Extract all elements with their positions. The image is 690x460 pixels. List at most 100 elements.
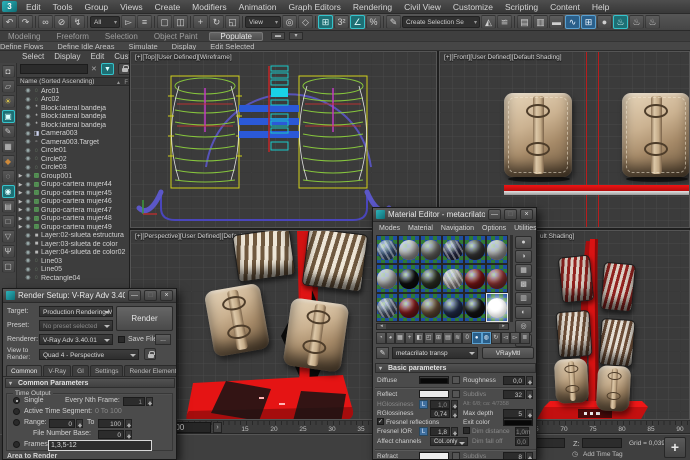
- pan-view-icon[interactable]: +: [664, 437, 686, 458]
- scrunch-bag[interactable]: [555, 310, 592, 358]
- rglossiness-spinner[interactable]: [451, 409, 458, 418]
- visibility-eye-icon[interactable]: ◉: [24, 206, 32, 214]
- sample-horizontal-scrollbar[interactable]: ◂ ▸: [376, 323, 509, 330]
- named-selection-dropdown[interactable]: Create Selection Se▾: [402, 16, 480, 28]
- list-item[interactable]: ◉*Block:lateral bandeja: [17, 113, 130, 122]
- menu-tools[interactable]: Tools: [47, 1, 79, 13]
- material-sample-slot[interactable]: [442, 293, 464, 322]
- visibility-eye-icon[interactable]: ◉: [24, 181, 32, 189]
- use-pivot-center-icon[interactable]: ◎: [282, 15, 297, 29]
- viewport-front[interactable]: [+][Front][User Defined][Default Shading…: [439, 51, 690, 228]
- menu-rendering[interactable]: Rendering: [347, 1, 398, 13]
- menu-modifiers[interactable]: Modifiers: [186, 1, 232, 13]
- dim-distance-field[interactable]: 1,0m: [515, 427, 529, 436]
- material-sample-slot[interactable]: [464, 293, 486, 322]
- roughness-spinner[interactable]: [526, 376, 533, 385]
- redo-icon[interactable]: ↷: [18, 15, 33, 29]
- get-material-icon[interactable]: ◔: [376, 332, 386, 344]
- next-frame-icon[interactable]: ›: [213, 422, 222, 433]
- menu-animation[interactable]: Animation: [233, 1, 283, 13]
- visibility-eye-icon[interactable]: ◉: [24, 155, 32, 163]
- list-item[interactable]: ▶◉▩Grupo-cartera mujer44: [17, 181, 130, 190]
- range-to-spinner[interactable]: [125, 419, 132, 428]
- mirror-icon[interactable]: ◭: [481, 15, 496, 29]
- hglossiness-spinner[interactable]: [451, 400, 458, 409]
- render-setup-icon[interactable]: ♨: [613, 15, 628, 29]
- lock-icon[interactable]: [118, 63, 130, 75]
- add-time-tag[interactable]: Add Time Tag: [583, 451, 623, 458]
- roughness-field[interactable]: 0,0: [503, 376, 525, 385]
- visibility-eye-icon[interactable]: ◉: [24, 249, 32, 257]
- explorer-tool-icon-2[interactable]: ☀: [2, 95, 15, 108]
- ribbon-tab-freeform[interactable]: Freeform: [48, 32, 96, 41]
- me-menu-navigation[interactable]: Navigation: [437, 225, 478, 232]
- handbag-model[interactable]: [204, 283, 271, 358]
- refract-subdivs-spinner[interactable]: [526, 452, 533, 460]
- me-menu-modes[interactable]: Modes: [375, 225, 404, 232]
- me-menu-options[interactable]: Options: [478, 225, 510, 232]
- align-icon[interactable]: ≌: [497, 15, 512, 29]
- target-dropdown[interactable]: Production Rendering Mode: [39, 306, 113, 317]
- reference-coordinate-dropdown[interactable]: View▾: [245, 16, 281, 28]
- app-logo-icon[interactable]: 3: [2, 1, 17, 12]
- material-editor-titlebar[interactable]: Material Editor - metacrilato transp — □…: [373, 208, 536, 222]
- select-manipulate-icon[interactable]: ◇: [298, 15, 313, 29]
- show-map-in-viewport-icon[interactable]: ●: [472, 332, 482, 344]
- explorer-tool-icon-3[interactable]: ▣: [2, 110, 15, 123]
- fresnel-ior-field[interactable]: 1,8: [430, 427, 450, 436]
- max-depth-field[interactable]: 5: [503, 409, 525, 418]
- visibility-eye-icon[interactable]: ◉: [24, 172, 32, 180]
- visibility-eye-icon[interactable]: ◉: [24, 223, 32, 231]
- explorer-menu-customize[interactable]: Customize: [109, 52, 130, 61]
- render-tab-gi[interactable]: GI: [72, 365, 89, 376]
- scrunch-bag[interactable]: [232, 230, 296, 283]
- sample-uv-tiling-icon[interactable]: ▩: [515, 278, 532, 291]
- material-sample-slot[interactable]: [376, 235, 398, 264]
- video-color-check-icon[interactable]: ▥: [515, 292, 532, 305]
- visibility-eye-icon[interactable]: ◉: [24, 189, 32, 197]
- render-tab-v-ray[interactable]: V-Ray: [43, 365, 71, 376]
- pick-material-eyedropper-icon[interactable]: ✎: [376, 347, 389, 359]
- explorer-menu-display[interactable]: Display: [49, 52, 85, 61]
- ribbon-tab-populate[interactable]: Populate: [209, 32, 263, 41]
- me-menu-utilities[interactable]: Utilities: [510, 225, 537, 232]
- visibility-eye-icon[interactable]: ◉: [24, 104, 32, 112]
- refract-color-swatch[interactable]: [419, 452, 449, 460]
- explorer-tool-icon-1[interactable]: ▱: [2, 80, 15, 93]
- go-forward-icon[interactable]: ▻: [510, 332, 520, 344]
- material-sample-slot[interactable]: [376, 264, 398, 293]
- visibility-eye-icon[interactable]: ◉: [24, 232, 32, 240]
- list-item[interactable]: ◉◌Line05: [17, 266, 130, 275]
- assign-material-icon[interactable]: ▦: [395, 332, 405, 344]
- expand-arrow-icon[interactable]: ▶: [17, 173, 24, 179]
- explorer-tool-icon-13[interactable]: ▢: [2, 260, 15, 273]
- hglossiness-lock-button[interactable]: L: [419, 400, 428, 409]
- refract-subdivs-field[interactable]: 8: [503, 452, 525, 460]
- visibility-eye-icon[interactable]: ◉: [24, 113, 32, 121]
- render-production-icon[interactable]: ♨: [645, 15, 660, 29]
- render-tab-settings[interactable]: Settings: [90, 365, 124, 376]
- basic-parameters-rollout[interactable]: Basic parameters: [375, 363, 536, 373]
- visibility-eye-icon[interactable]: ◉: [24, 130, 32, 138]
- explorer-menu-edit[interactable]: Edit: [85, 52, 109, 61]
- list-item[interactable]: ◉◌Circle03: [17, 164, 130, 173]
- material-sample-slot[interactable]: [442, 264, 464, 293]
- material-sample-slot[interactable]: [486, 264, 508, 293]
- ribbon-tool-define-idle-areas[interactable]: Define Idle Areas: [50, 42, 121, 51]
- rendered-frame-window-icon[interactable]: ♨: [629, 15, 644, 29]
- exit-color-swatch[interactable]: [503, 418, 533, 426]
- select-move-icon[interactable]: +: [193, 15, 208, 29]
- go-to-parent-icon[interactable]: ↻: [491, 332, 501, 344]
- handbag-model[interactable]: [504, 93, 572, 177]
- bind-to-spacewarp-icon[interactable]: ↯: [70, 15, 85, 29]
- visibility-eye-icon[interactable]: ◉: [24, 257, 32, 265]
- range-to-field[interactable]: 100: [98, 419, 124, 428]
- explorer-tool-icon-10[interactable]: □: [2, 215, 15, 228]
- material-sample-slot[interactable]: [464, 235, 486, 264]
- subdivs-spinner[interactable]: [526, 390, 533, 399]
- menu-create[interactable]: Create: [149, 1, 187, 13]
- list-item[interactable]: ▶◉▩Group001: [17, 172, 130, 181]
- material-sample-slot[interactable]: [398, 293, 420, 322]
- scrunch-bag[interactable]: [600, 262, 636, 313]
- viewport-front-label[interactable]: [+][Front][User Defined][Default Shading…: [444, 54, 562, 61]
